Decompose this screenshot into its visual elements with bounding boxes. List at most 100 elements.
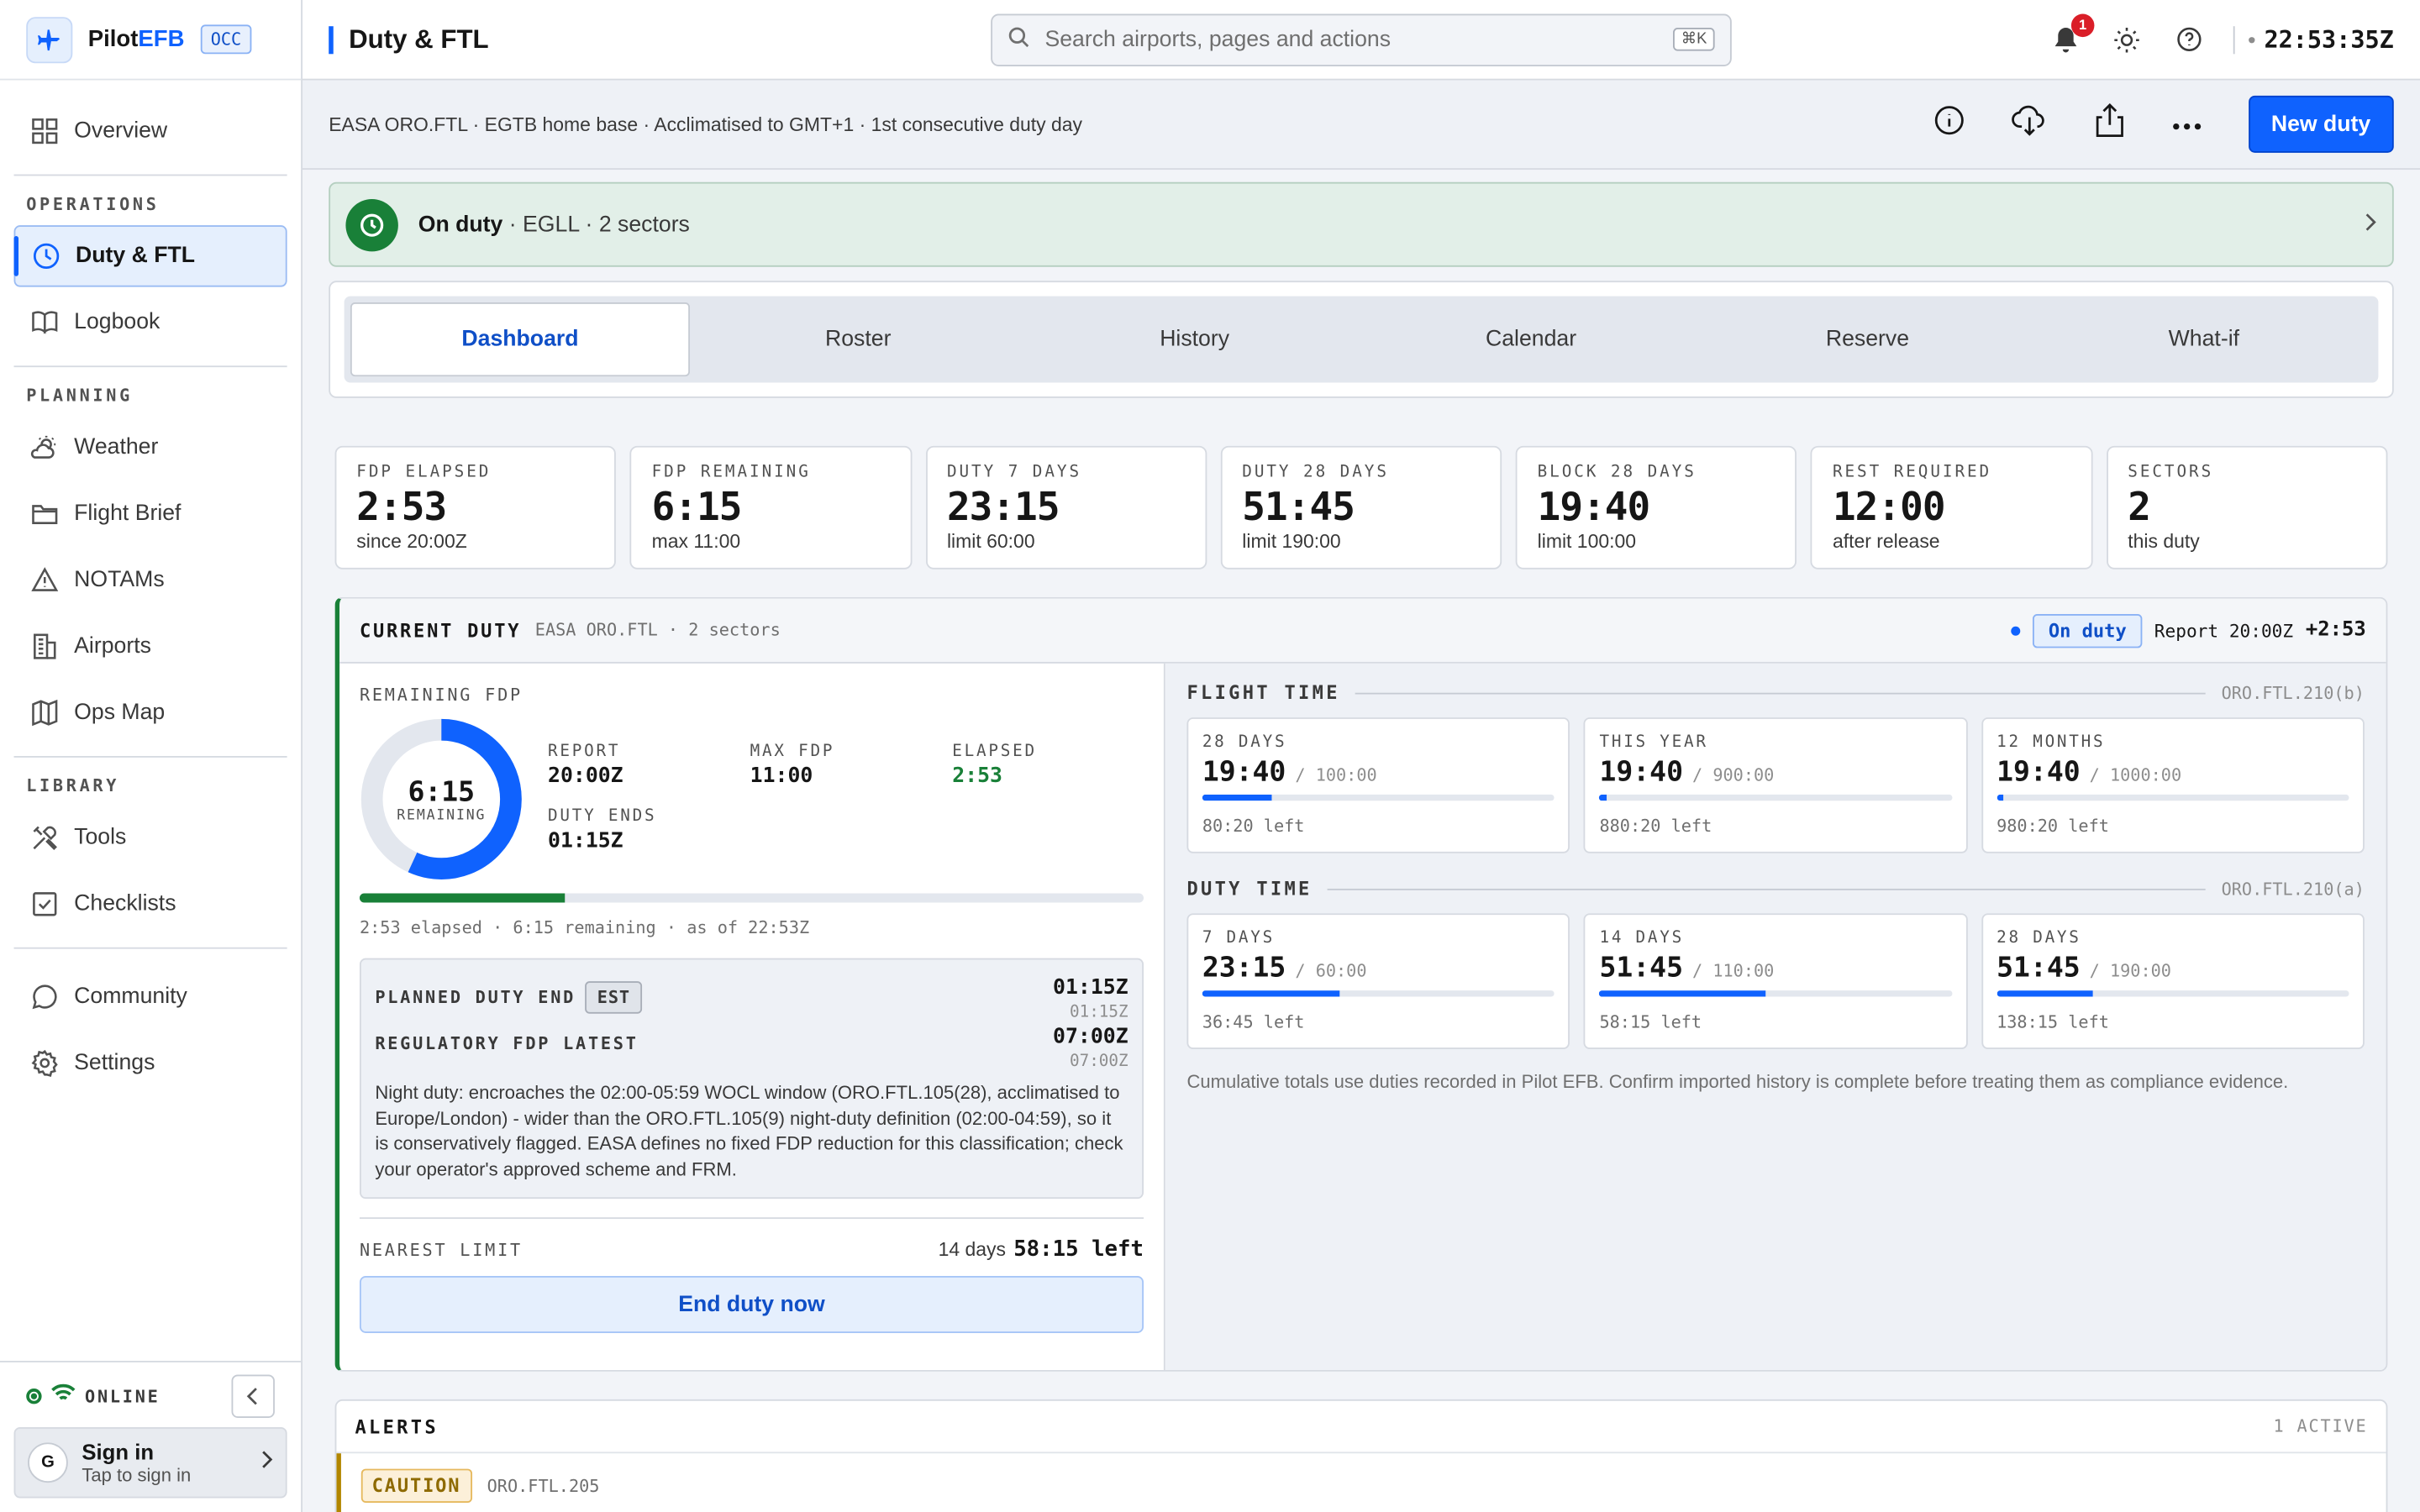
sidebar-item-airports[interactable]: Airports xyxy=(14,616,287,677)
card-value: 51:45 xyxy=(1996,952,2081,984)
card-label: 7 DAYS xyxy=(1202,928,1276,948)
brand-name: PilotEFB xyxy=(87,26,185,53)
card-progress-fill xyxy=(1202,794,1272,801)
fdp-progress-bar xyxy=(359,893,1144,903)
compliance-footnote: Cumulative totals use duties recorded in… xyxy=(1186,1070,2289,1093)
stat-fdp-elapsed: FDP ELAPSED 2:53 since 20:00Z xyxy=(334,445,617,570)
sidebar-item-checklists[interactable]: Checklists xyxy=(14,874,287,935)
sign-in-title: Sign in xyxy=(82,1439,155,1465)
tab-dashboard[interactable]: Dashboard xyxy=(350,302,691,377)
kv-value: 11:00 xyxy=(750,764,813,789)
sidebar-item-community[interactable]: Community xyxy=(14,966,287,1027)
sidebar-item-notams[interactable]: NOTAMs xyxy=(14,549,287,611)
end-duty-button[interactable]: End duty now xyxy=(359,1275,1144,1333)
bell-icon[interactable]: 1 xyxy=(2048,13,2095,56)
sidebar-item-label: Weather xyxy=(74,434,159,460)
tab-reserve[interactable]: Reserve xyxy=(1699,302,2035,376)
card-limit: / 60:00 xyxy=(1295,961,1367,982)
avatar: G xyxy=(28,1442,68,1483)
fdp-column: REMAINING FDP 6:15 REMAINING REPORT 20:0… xyxy=(339,663,1165,1371)
tab-roster[interactable]: Roster xyxy=(690,302,1026,376)
clock-dot-icon xyxy=(2249,36,2255,43)
cloud-download-icon[interactable] xyxy=(2010,103,2047,145)
stat-sub: limit 100:00 xyxy=(1537,530,1637,553)
kv-value: 2:53 xyxy=(952,764,1002,789)
card-label: THIS YEAR xyxy=(1599,732,1708,752)
stat-label: FDP ELAPSED xyxy=(356,463,492,482)
main-area: Duty & FTL Search airports, pages and ac… xyxy=(302,0,2420,1512)
more-icon[interactable] xyxy=(2170,110,2202,138)
search-shortcut: ⌘K xyxy=(1673,28,1715,51)
stat-value: 23:15 xyxy=(946,484,1060,530)
section-title: FLIGHT TIME xyxy=(1186,681,1340,704)
chevron-right-icon xyxy=(2365,211,2377,239)
stat-fdp-remaining: FDP REMAINING 6:15 max 11:00 xyxy=(629,445,912,570)
help-icon[interactable] xyxy=(2171,23,2205,56)
tab-what-if[interactable]: What-if xyxy=(2036,302,2372,376)
share-icon[interactable] xyxy=(2094,102,2125,145)
sign-in-button[interactable]: G Sign in Tap to sign in xyxy=(13,1426,287,1499)
flight-time-card: 28 DAYS 19:40 / 100:00 80:20 left xyxy=(1186,717,1570,853)
search-input[interactable]: Search airports, pages and actions ⌘K xyxy=(991,13,1732,66)
planned-end-sub: 01:15Z xyxy=(1069,1002,1128,1021)
grid-icon xyxy=(29,117,59,146)
sidebar-item-weather[interactable]: Weather xyxy=(14,417,287,478)
reg-fdp-value: 07:00Z xyxy=(1053,1024,1128,1049)
card-progress-fill xyxy=(1599,990,1765,997)
duty-status-banner[interactable]: On duty · EGLL · 2 sectors xyxy=(329,181,2394,267)
sidebar-item-label: Checklists xyxy=(74,891,176,917)
collapse-sidebar-button[interactable] xyxy=(231,1374,275,1418)
progress-fill xyxy=(359,893,566,903)
planned-duty-box: PLANNED DUTY END EST 01:15Z 01:15Z REGUL… xyxy=(359,958,1144,1200)
card-progress-fill xyxy=(1202,990,1339,997)
tab-calendar[interactable]: Calendar xyxy=(1363,302,1699,376)
card-label: 28 DAYS xyxy=(1996,928,2081,948)
elapsed-badge: +2:53 xyxy=(2305,618,2366,643)
fdp-gauge: 6:15 REMAINING xyxy=(360,717,523,881)
planned-end-value: 01:15Z xyxy=(1053,974,1128,1000)
section-ref: ORO.FTL.210(b) xyxy=(2221,682,2365,703)
sidebar-item-flight-brief[interactable]: Flight Brief xyxy=(14,483,287,544)
stat-sub: since 20:00Z xyxy=(356,530,467,553)
flight-time-header: FLIGHT TIME ORO.FTL.210(b) xyxy=(1186,682,2364,704)
alerts-header: ALERTS 1 ACTIVE xyxy=(336,1401,2386,1454)
sidebar-item-duty-ftl[interactable]: Duty & FTL xyxy=(13,225,287,287)
panel-title: CURRENT DUTY xyxy=(359,619,522,642)
sidebar-item-logbook[interactable]: Logbook xyxy=(14,291,287,353)
brand[interactable]: PilotEFB OCC xyxy=(0,0,302,81)
kv-label: ELAPSED xyxy=(952,742,1037,761)
kv-value: 20:00Z xyxy=(548,764,623,789)
checkbox-icon xyxy=(29,890,59,919)
sidebar-item-settings[interactable]: Settings xyxy=(14,1032,287,1094)
sidebar-item-ops-map[interactable]: Ops Map xyxy=(14,682,287,743)
card-progress-fill xyxy=(1599,794,1607,801)
alert-item[interactable]: CAUTION ORO.FTL.205 xyxy=(336,1453,2386,1512)
nearest-limit-value: 58:15 left xyxy=(1013,1237,1144,1263)
sidebar-item-overview[interactable]: Overview xyxy=(14,100,287,161)
stat-value: 6:15 xyxy=(651,484,743,530)
card-remaining: 980:20 left xyxy=(1996,816,2109,837)
current-duty-panel: CURRENT DUTY EASA ORO.FTL · 2 sectors On… xyxy=(334,596,2388,1372)
new-duty-button[interactable]: New duty xyxy=(2248,95,2394,153)
panel-subtitle: EASA ORO.FTL · 2 sectors xyxy=(534,620,781,641)
sidebar-item-label: Settings xyxy=(74,1050,155,1076)
sidebar-item-tools[interactable]: Tools xyxy=(14,807,287,869)
alerts-count: 1 ACTIVE xyxy=(2273,1416,2368,1437)
tab-history[interactable]: History xyxy=(1026,302,1362,376)
stat-value: 19:40 xyxy=(1537,484,1651,530)
sidebar-footer: ONLINE G Sign in Tap to sign in xyxy=(0,1361,302,1512)
duty-time-card: 28 DAYS 51:45 / 190:00 138:15 left xyxy=(1981,913,2365,1049)
stat-label: DUTY 28 DAYS xyxy=(1242,463,1389,482)
sidebar-item-label: Airports xyxy=(74,633,151,659)
theme-sun-icon[interactable] xyxy=(2110,23,2144,56)
section-library: LIBRARY xyxy=(26,775,120,796)
stat-duty-7-days: DUTY 7 DAYS 23:15 limit 60:00 xyxy=(925,445,1207,570)
info-icon[interactable] xyxy=(1933,105,1965,144)
planned-end-label: PLANNED DUTY END EST xyxy=(375,975,643,1014)
remaining-fdp-label: REMAINING FDP xyxy=(359,685,523,706)
warning-icon xyxy=(29,565,59,595)
sidebar-item-label: Flight Brief xyxy=(74,501,182,527)
card-value: 19:40 xyxy=(1996,756,2081,789)
flight-time-card: THIS YEAR 19:40 / 900:00 880:20 left xyxy=(1584,717,1968,853)
utc-clock: 22:53:35Z xyxy=(2233,25,2394,54)
